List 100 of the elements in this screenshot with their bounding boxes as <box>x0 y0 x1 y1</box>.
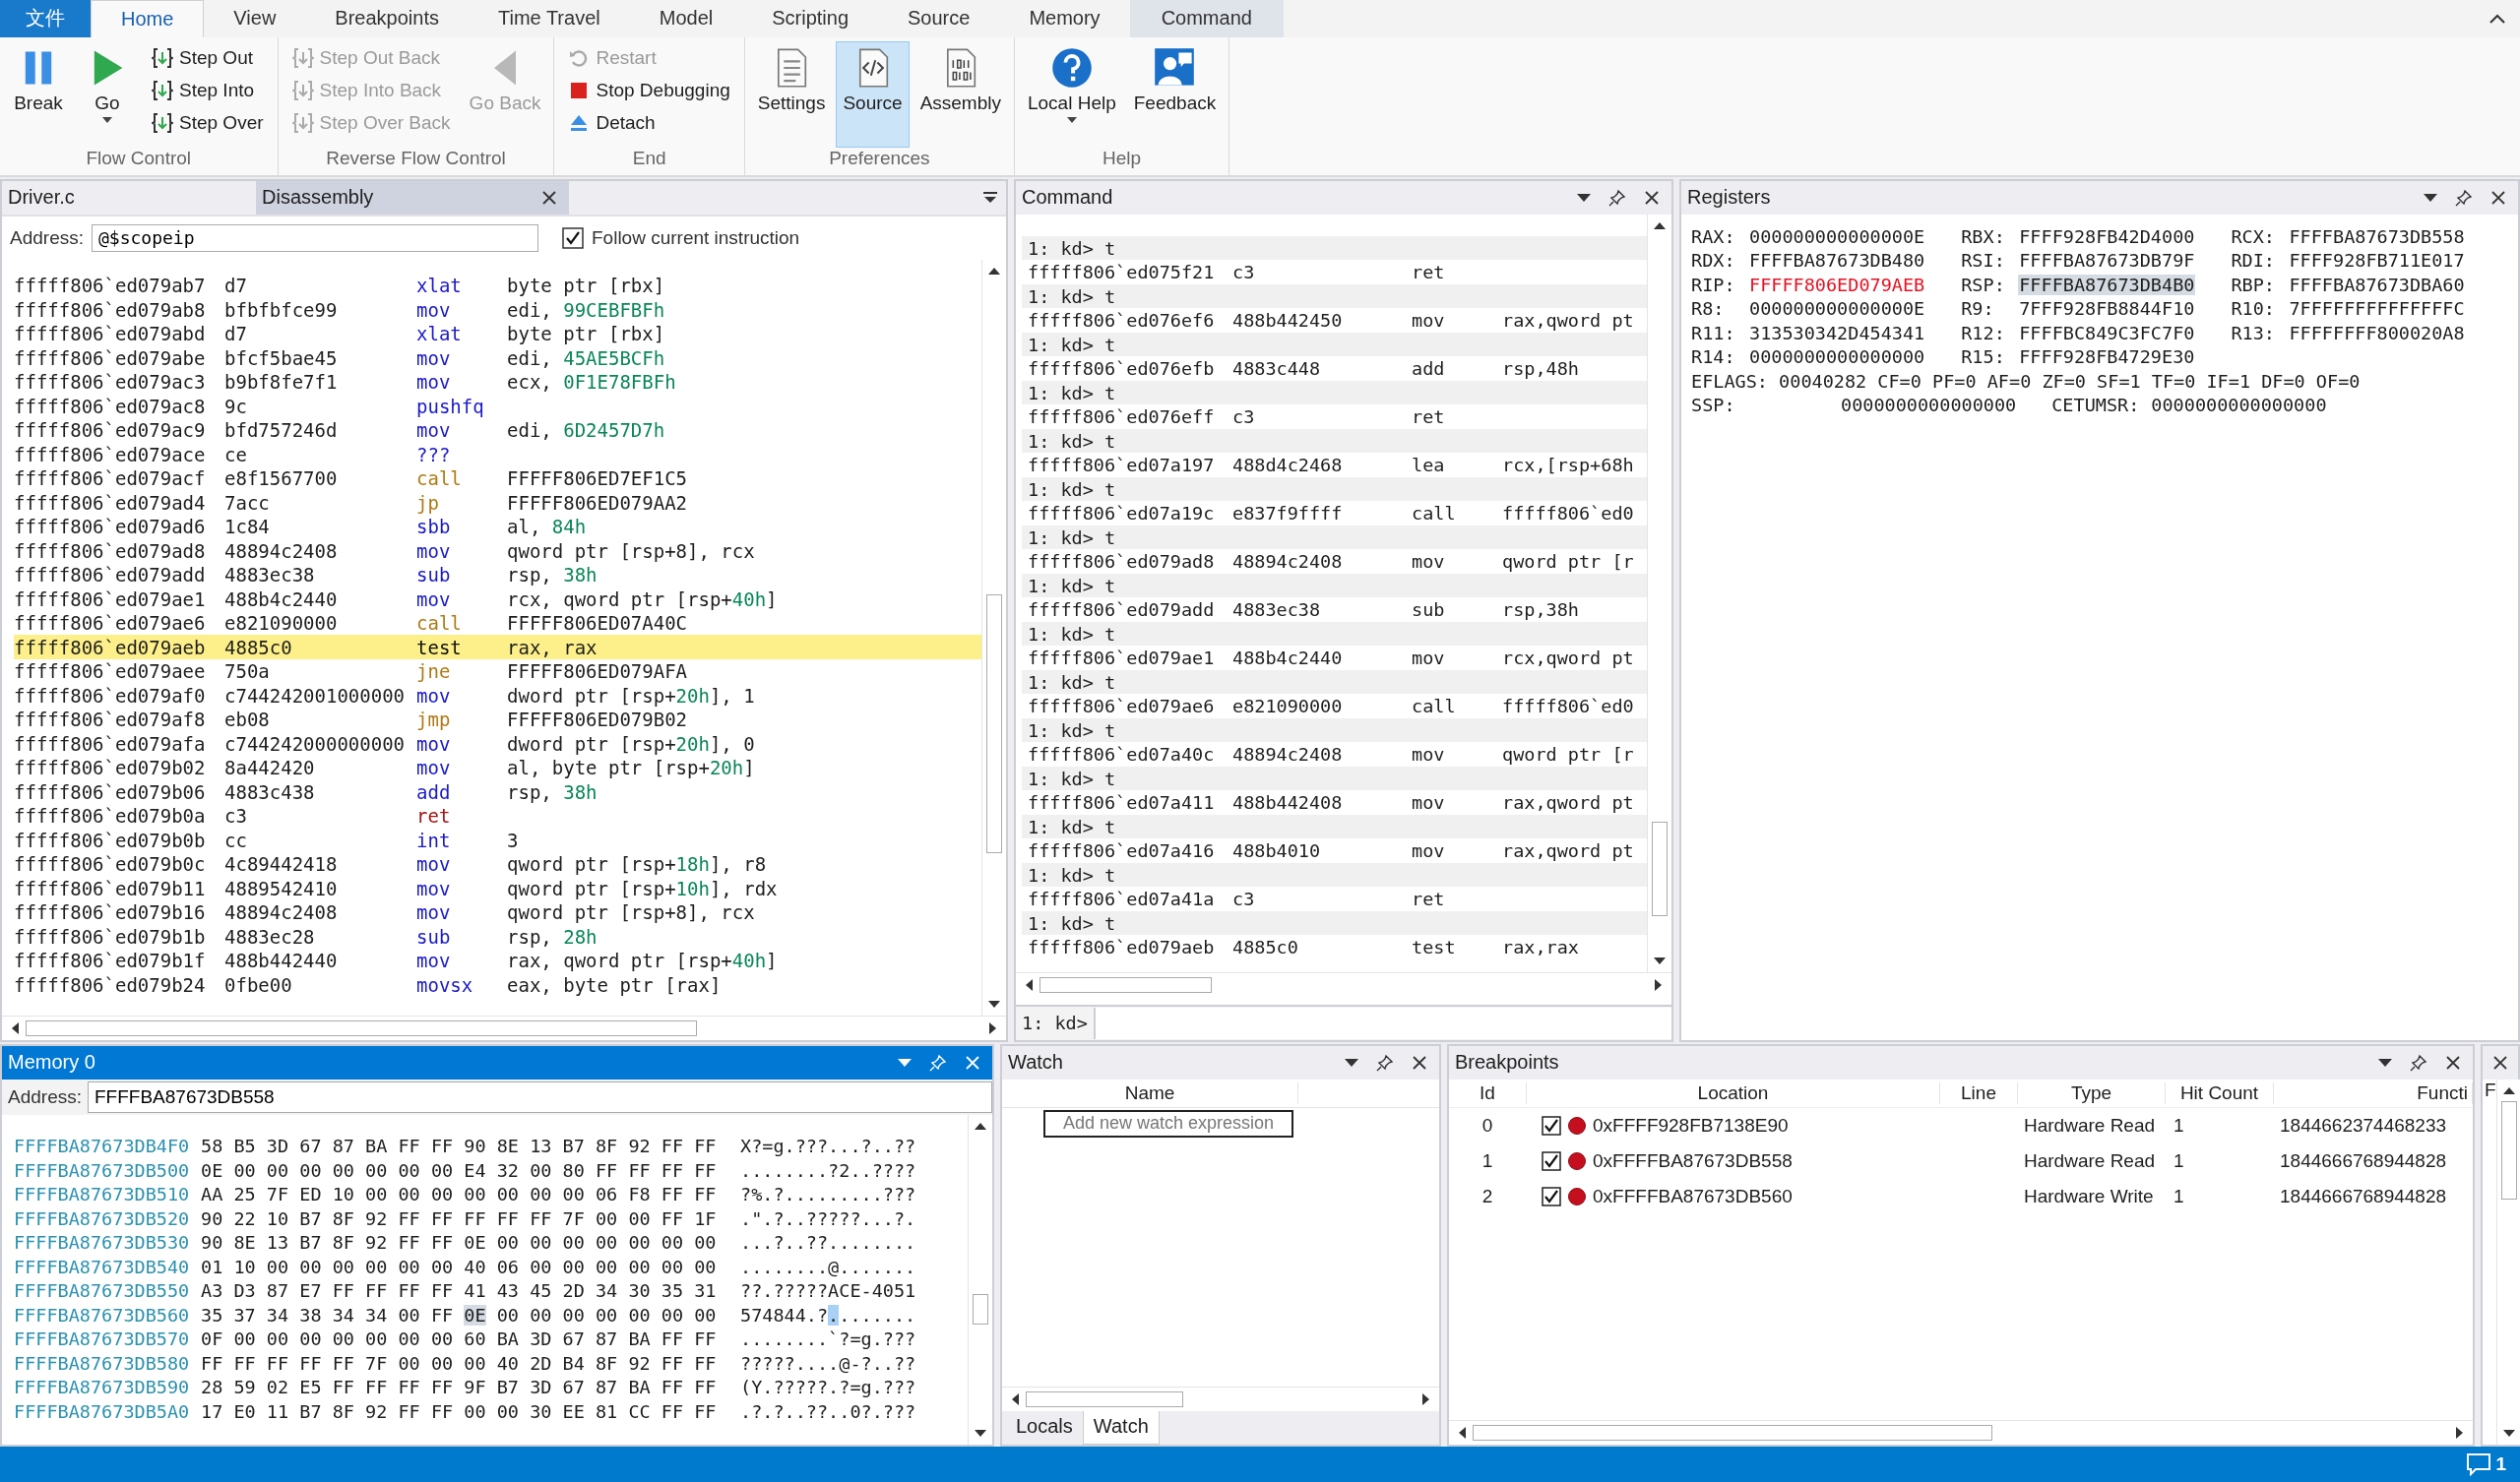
operand-text: FFFFF806ED079B02 <box>507 709 688 730</box>
watch-expression-field[interactable]: Add new watch expression <box>1043 1109 1293 1138</box>
ribbon-tab[interactable]: Home <box>91 0 205 37</box>
ribbon-button[interactable]: Stop Debugging <box>564 75 734 106</box>
ascii-text: .?.?..??..0?.??? <box>740 1400 916 1422</box>
register-name: RSP: <box>1961 274 2006 295</box>
mnemonic: mov <box>1412 310 1446 331</box>
group-label: Help <box>1102 147 1143 170</box>
command-input[interactable] <box>1093 1007 1671 1039</box>
scroll-left-icon[interactable] <box>1024 977 1034 992</box>
mnemonic: call <box>1412 503 1457 524</box>
ribbon-tab[interactable]: 文件 <box>0 0 91 37</box>
checkbox[interactable] <box>1542 1115 1561 1136</box>
ribbon-tab[interactable]: Memory <box>999 0 1130 37</box>
ribbon-tab[interactable]: Time Travel <box>469 0 630 37</box>
column-header[interactable]: Functi <box>2274 1081 2473 1104</box>
column-header[interactable]: Hit Count <box>2166 1081 2274 1104</box>
close-icon[interactable] <box>2492 1054 2508 1071</box>
mnemonic: mov <box>416 419 452 441</box>
dropdown-caret-icon[interactable] <box>1577 193 1591 202</box>
checkbox[interactable] <box>1542 1186 1561 1206</box>
column-header[interactable]: Name <box>1002 1081 1298 1104</box>
ribbon-button[interactable]: Source <box>836 40 910 148</box>
address-text: fffff806`ed079ab8 <box>14 298 207 321</box>
scroll-right-icon[interactable] <box>2455 1426 2465 1440</box>
close-icon[interactable] <box>1412 1054 1427 1071</box>
table-cell-text: 1844666768944828 <box>2279 1185 2448 1207</box>
scroll-thumb[interactable] <box>973 1293 988 1325</box>
ribbon-button[interactable]: Break <box>6 40 71 148</box>
ribbon-tab[interactable]: Scripting <box>742 0 878 37</box>
column-header[interactable]: Id <box>1449 1081 1527 1104</box>
column-header[interactable]: Line <box>1940 1081 2018 1104</box>
scroll-right-icon[interactable] <box>1654 977 1664 992</box>
ribbon-button[interactable]: Detach <box>564 107 734 139</box>
scroll-down-icon[interactable] <box>974 1429 987 1439</box>
close-icon[interactable] <box>2445 1054 2461 1071</box>
dropdown-caret-icon[interactable] <box>2424 193 2437 202</box>
dropdown-caret-icon[interactable] <box>1345 1058 1358 1067</box>
ribbon-button[interactable]: Go <box>75 40 140 148</box>
table-cell-text: 0 <box>1480 1114 1494 1137</box>
ribbon-tab[interactable]: Source <box>878 0 1000 37</box>
notification-button[interactable]: 1 <box>2466 1452 2506 1476</box>
document-tab[interactable]: Driver.c <box>2 180 256 215</box>
table-cell: 0xFFFFBA87673DB558 <box>1593 1149 1793 1172</box>
address-field[interactable]: @$scopeip <box>92 223 538 252</box>
column-header[interactable]: Type <box>2018 1081 2166 1104</box>
close-icon[interactable] <box>541 189 557 206</box>
address-text: fffff806`ed079add <box>1028 599 1216 620</box>
address-text: fffff806`ed079ad8 <box>1028 551 1216 572</box>
collapse-ribbon-icon[interactable] <box>2488 12 2506 25</box>
scroll-left-icon[interactable] <box>1457 1426 1467 1440</box>
hex-bytes: 0E 00 00 00 00 00 00 00 E4 32 00 80 FF FF FF FF <box>201 1159 718 1181</box>
address-field[interactable]: FFFFBA87673DB558 <box>88 1081 992 1113</box>
ribbon-button[interactable]: Local Help <box>1021 40 1123 148</box>
scroll-right-icon[interactable] <box>1421 1392 1431 1406</box>
pin-icon[interactable] <box>2410 1053 2427 1072</box>
dropdown-caret-icon[interactable] <box>2378 1058 2392 1067</box>
scroll-thumb[interactable] <box>986 594 1002 853</box>
scroll-thumb[interactable] <box>1652 821 1668 917</box>
mnemonic: mov <box>416 901 452 923</box>
hex-bytes: 28 59 02 E5 FF FF FF FF 9F B7 3D 67 87 BA FF FF <box>201 1377 718 1398</box>
ribbon-button[interactable]: Step Into <box>148 75 268 106</box>
scroll-down-icon[interactable] <box>1653 956 1667 966</box>
pin-icon[interactable] <box>1608 188 1626 207</box>
scroll-left-icon[interactable] <box>10 1020 20 1035</box>
ribbon-button[interactable]: Assembly <box>913 40 1008 148</box>
ribbon-tab[interactable]: Breakpoints <box>305 0 469 37</box>
close-icon[interactable] <box>1644 189 1660 206</box>
ribbon-button[interactable]: Feedback <box>1126 40 1224 148</box>
opcode-bytes: 4885c0 <box>224 636 293 658</box>
scroll-down-icon[interactable] <box>2501 1429 2516 1439</box>
ribbon-button[interactable]: Step Over <box>148 107 268 139</box>
close-icon[interactable] <box>2490 189 2506 206</box>
ascii-text: .".?..?????...?. <box>740 1207 916 1229</box>
address-text: fffff806`ed079acf <box>14 467 207 489</box>
pane-tab[interactable]: Locals <box>1006 1411 1083 1445</box>
ribbon-tab[interactable]: Model <box>629 0 743 37</box>
ribbon-button[interactable]: Settings <box>750 40 833 148</box>
mnemonic: mov <box>1412 551 1446 572</box>
ribbon-button[interactable]: Step Out <box>148 42 268 74</box>
mnemonic: call <box>416 467 463 489</box>
opcode-bytes: 4883ec38 <box>224 564 316 586</box>
scroll-right-icon[interactable] <box>988 1020 998 1035</box>
group-label: Flow Control <box>85 147 193 170</box>
pane-tab[interactable]: Watch <box>1082 1411 1160 1445</box>
scroll-down-icon[interactable] <box>987 999 1001 1010</box>
checkbox[interactable] <box>562 226 584 249</box>
pin-icon[interactable] <box>2455 188 2473 207</box>
document-tab[interactable]: Disassembly <box>256 180 569 215</box>
scroll-thumb[interactable] <box>2500 1100 2517 1200</box>
tab-menu-icon[interactable] <box>982 190 998 205</box>
pane-title: Registers <box>1687 186 1771 210</box>
vertical-scrollbar[interactable] <box>2495 1079 2520 1445</box>
checkbox[interactable] <box>1542 1150 1561 1171</box>
operand-text: dword ptr [rsp+20h], 0 <box>507 732 755 755</box>
pin-icon[interactable] <box>1376 1053 1394 1072</box>
column-header[interactable]: Location <box>1527 1081 1940 1104</box>
scroll-left-icon[interactable] <box>1010 1392 1020 1406</box>
ribbon-tab[interactable]: Command <box>1129 0 1284 37</box>
ribbon-tab[interactable]: View <box>204 0 306 37</box>
